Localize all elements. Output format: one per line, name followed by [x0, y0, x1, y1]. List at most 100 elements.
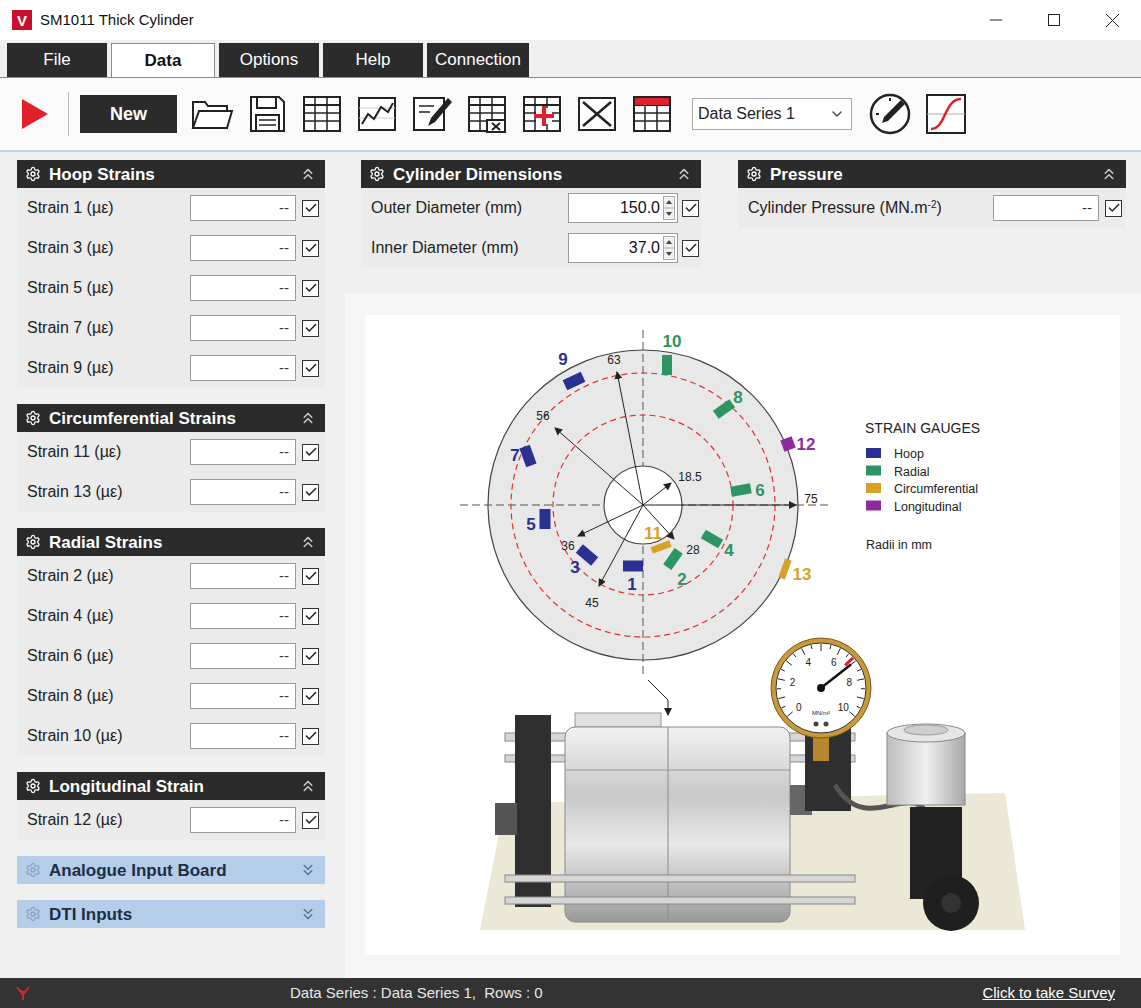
collapse-icon[interactable]: [299, 533, 317, 551]
app-logo: V: [12, 10, 32, 30]
value-field[interactable]: --: [190, 563, 296, 589]
checkbox[interactable]: [302, 648, 319, 665]
open-folder-icon[interactable]: [190, 92, 234, 136]
section-header[interactable]: Longitudinal Strain: [17, 772, 325, 800]
gauge-unit: MN/m²: [812, 710, 830, 716]
legend: STRAIN GAUGESHoopRadialCircumferentialLo…: [865, 420, 980, 552]
value-field[interactable]: --: [190, 275, 296, 301]
expand-icon[interactable]: [299, 905, 317, 923]
input-section: Radial StrainsStrain 2 (µε)--Strain 4 (µ…: [17, 528, 325, 756]
checkbox[interactable]: [302, 444, 319, 461]
value-field[interactable]: --: [190, 235, 296, 261]
table-add-icon[interactable]: [520, 92, 564, 136]
new-button[interactable]: New: [80, 95, 177, 133]
close-button[interactable]: [1083, 0, 1141, 40]
input-section: Circumferential StrainsStrain 11 (µε)--S…: [17, 404, 325, 512]
value-field[interactable]: --: [190, 479, 296, 505]
clear-icon[interactable]: [575, 92, 619, 136]
row-label: Strain 5 (µε): [17, 276, 190, 300]
section-header[interactable]: Analogue Input Board: [17, 856, 325, 884]
section-header[interactable]: Hoop Strains: [17, 160, 325, 188]
value-field[interactable]: --: [190, 807, 296, 833]
checkbox[interactable]: [302, 200, 319, 217]
collapse-icon[interactable]: [1100, 165, 1118, 183]
value-field[interactable]: --: [993, 195, 1099, 221]
dimension-field[interactable]: 37.0: [568, 233, 678, 263]
value-field[interactable]: --: [190, 195, 296, 221]
value-field[interactable]: --: [190, 355, 296, 381]
checkbox[interactable]: [682, 200, 699, 217]
status-bar: Data Series : Data Series 1, Rows : 0Cli…: [0, 978, 1141, 1008]
menu-tab[interactable]: File: [7, 43, 107, 77]
gauge-tick-label: 2: [790, 677, 796, 688]
value-field[interactable]: --: [190, 723, 296, 749]
strain-gauge: 4: [701, 530, 734, 560]
save-icon[interactable]: [245, 92, 289, 136]
check-icon: [304, 689, 318, 703]
checkbox[interactable]: [302, 240, 319, 257]
spinner-icon[interactable]: [663, 196, 675, 220]
checkbox[interactable]: [302, 360, 319, 377]
menu-tab[interactable]: Connection: [427, 43, 529, 77]
section-title: Cylinder Dimensions: [393, 166, 667, 183]
gauge-number: 3: [570, 558, 579, 577]
radius-dimension: 56: [536, 409, 643, 505]
row-label: Strain 8 (µε): [17, 684, 190, 708]
maximize-button[interactable]: [1025, 0, 1083, 40]
checkbox[interactable]: [302, 728, 319, 745]
row-label: Strain 7 (µε): [17, 316, 190, 340]
checkbox-wrap: [302, 240, 319, 257]
checkbox[interactable]: [1105, 200, 1122, 217]
radius-dimension: 28: [643, 505, 700, 557]
menu-tab[interactable]: Help: [323, 43, 423, 77]
checkbox[interactable]: [302, 280, 319, 297]
section-header[interactable]: DTI Inputs: [17, 900, 325, 928]
checkbox[interactable]: [682, 240, 699, 257]
checkbox[interactable]: [302, 812, 319, 829]
menu-tab[interactable]: Data: [111, 43, 215, 77]
gauge-number: 8: [733, 388, 742, 407]
collapse-icon[interactable]: [299, 165, 317, 183]
collapse-icon[interactable]: [675, 165, 693, 183]
collapse-icon[interactable]: [299, 409, 317, 427]
value-field[interactable]: --: [190, 439, 296, 465]
status-logo-icon: [14, 984, 32, 1002]
series-select[interactable]: Data Series 1: [692, 98, 852, 130]
section-header[interactable]: Circumferential Strains: [17, 404, 325, 432]
run-icon[interactable]: [20, 98, 50, 130]
dimension-row: Outer Diameter (mm)150.0: [361, 188, 701, 228]
checkbox[interactable]: [302, 320, 319, 337]
value-field[interactable]: --: [190, 643, 296, 669]
title-bar: VSM1011 Thick Cylinder: [0, 0, 1141, 40]
menu-tab[interactable]: Options: [219, 43, 319, 77]
minimize-button[interactable]: [967, 0, 1025, 40]
gear-icon: [25, 862, 41, 878]
chart-icon[interactable]: [355, 92, 399, 136]
section-header[interactable]: Pressure: [738, 160, 1126, 188]
input-section: Longitudinal StrainStrain 12 (µε)--: [17, 772, 325, 840]
checkbox[interactable]: [302, 568, 319, 585]
edit-icon[interactable]: [410, 92, 454, 136]
table-delete-icon[interactable]: [465, 92, 509, 136]
table-header-icon[interactable]: [630, 92, 674, 136]
value-field[interactable]: --: [190, 683, 296, 709]
checkbox[interactable]: [302, 608, 319, 625]
gauge-calibrate-icon[interactable]: [868, 92, 912, 136]
table-icon[interactable]: [300, 92, 344, 136]
checkbox-wrap: [302, 728, 319, 745]
checkbox[interactable]: [302, 688, 319, 705]
collapse-icon[interactable]: [299, 777, 317, 795]
strain-row: Strain 2 (µε)--: [17, 556, 325, 596]
expand-icon[interactable]: [299, 861, 317, 879]
value-field[interactable]: --: [190, 603, 296, 629]
value-field[interactable]: --: [190, 315, 296, 341]
section-header[interactable]: Radial Strains: [17, 528, 325, 556]
spinner-icon[interactable]: [663, 236, 675, 260]
curve-icon[interactable]: [924, 92, 968, 136]
checkbox[interactable]: [302, 484, 319, 501]
gauge-tick-label: 6: [831, 657, 837, 668]
section-header[interactable]: Cylinder Dimensions: [361, 160, 701, 188]
dimension-field[interactable]: 150.0: [568, 193, 678, 223]
survey-link[interactable]: Click to take Survey: [982, 982, 1115, 1005]
strain-gauge: 2: [663, 548, 687, 589]
